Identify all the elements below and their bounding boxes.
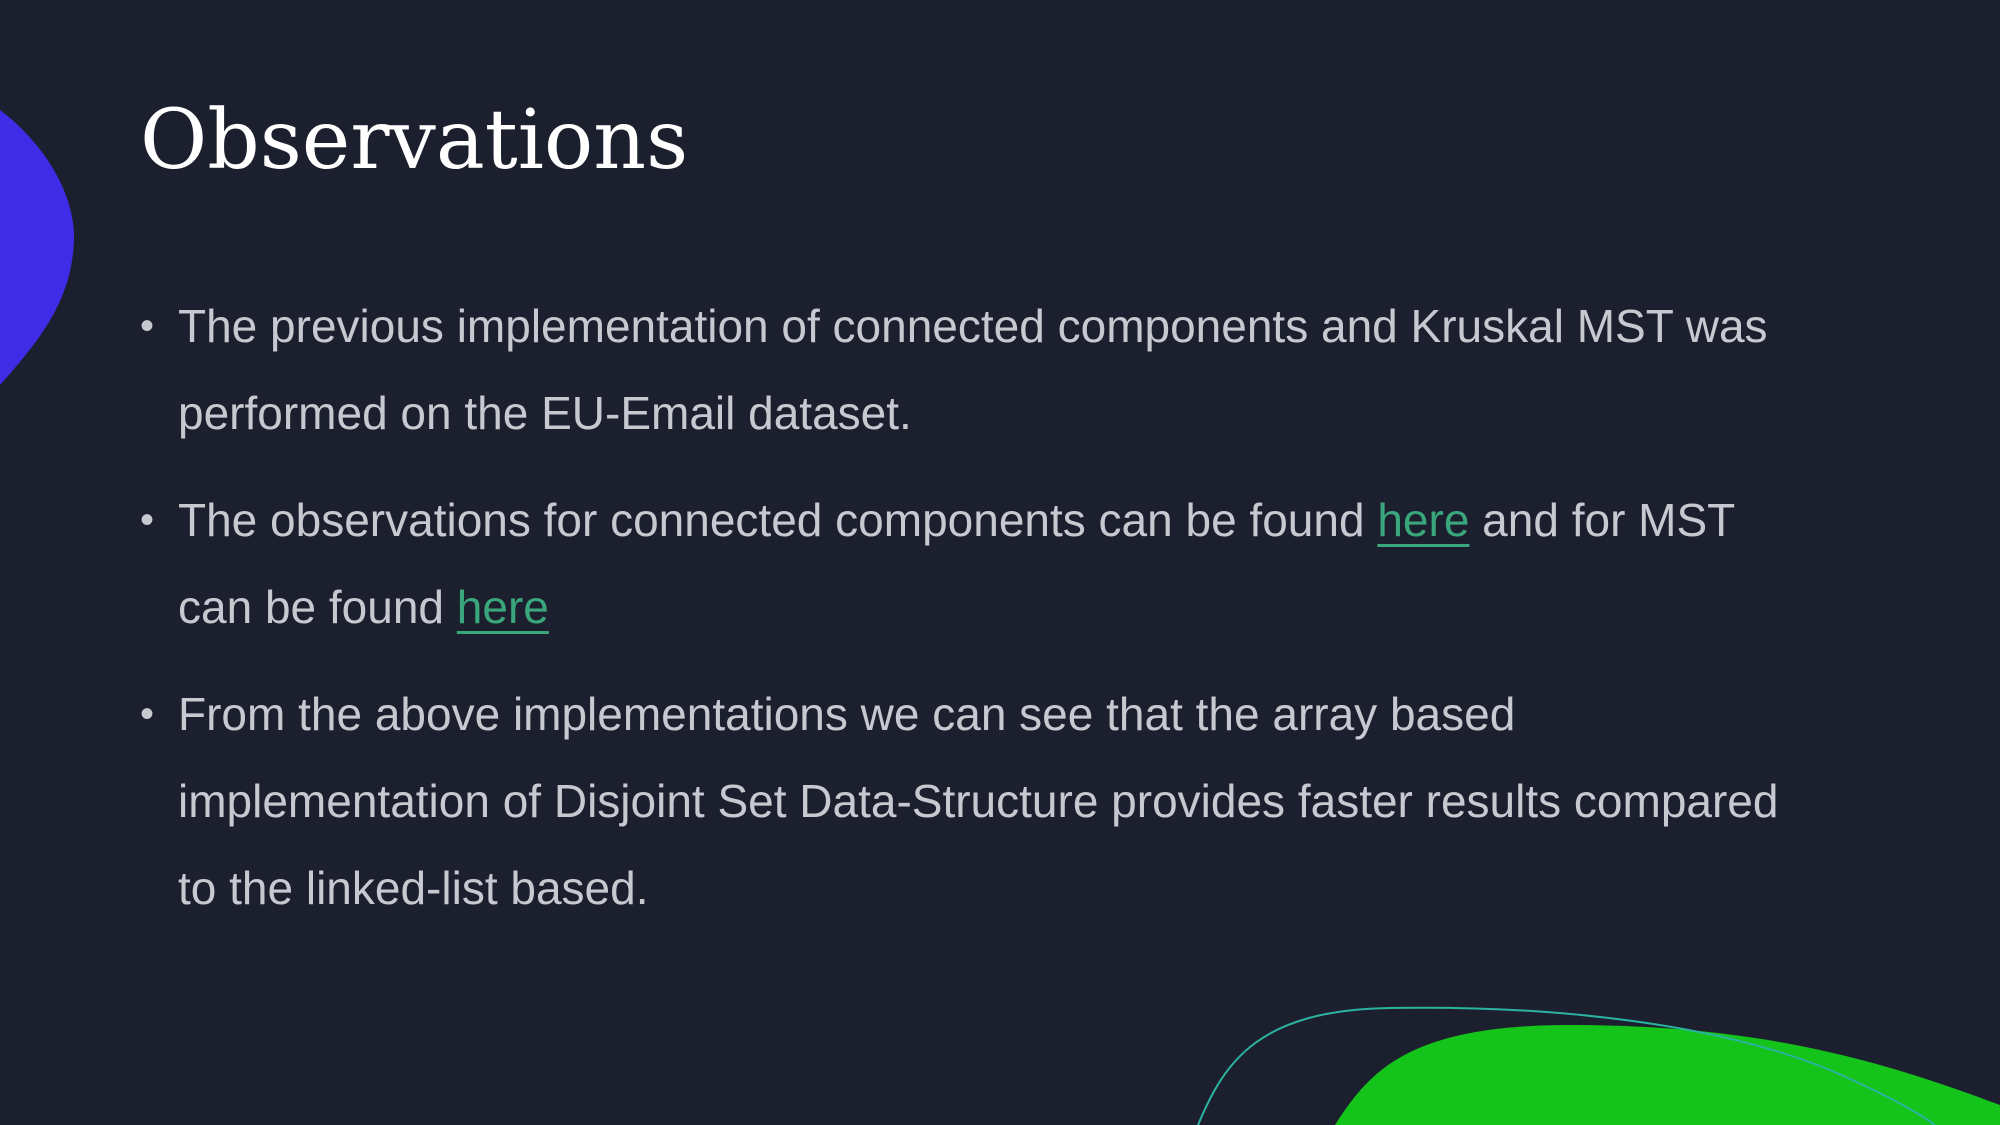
bullet-text: The previous implementation of connected… [178, 300, 1768, 439]
bullet-text-before: The observations for connected component… [178, 494, 1378, 546]
slide: Observations • The previous implementati… [0, 0, 2000, 1125]
bullet-item-conclusion: • From the above implementations we can … [140, 671, 1820, 932]
bullet-item-observations-links: • The observations for connected compone… [140, 477, 1820, 651]
green-blob-shape [1335, 1025, 2000, 1125]
bullet-text: From the above implementations we can se… [178, 688, 1779, 914]
mst-link[interactable]: here [457, 581, 549, 633]
connected-components-link[interactable]: here [1377, 494, 1469, 546]
bullet-icon: • [140, 304, 155, 348]
teal-curve-line [1197, 1006, 1936, 1125]
bullet-icon: • [140, 692, 155, 736]
blue-blob-shape [0, 110, 75, 385]
bullet-item-implementation: • The previous implementation of connect… [140, 283, 1820, 457]
slide-title: Observations [140, 93, 689, 188]
bullet-list: • The previous implementation of connect… [140, 283, 1820, 952]
bullet-icon: • [140, 498, 155, 542]
